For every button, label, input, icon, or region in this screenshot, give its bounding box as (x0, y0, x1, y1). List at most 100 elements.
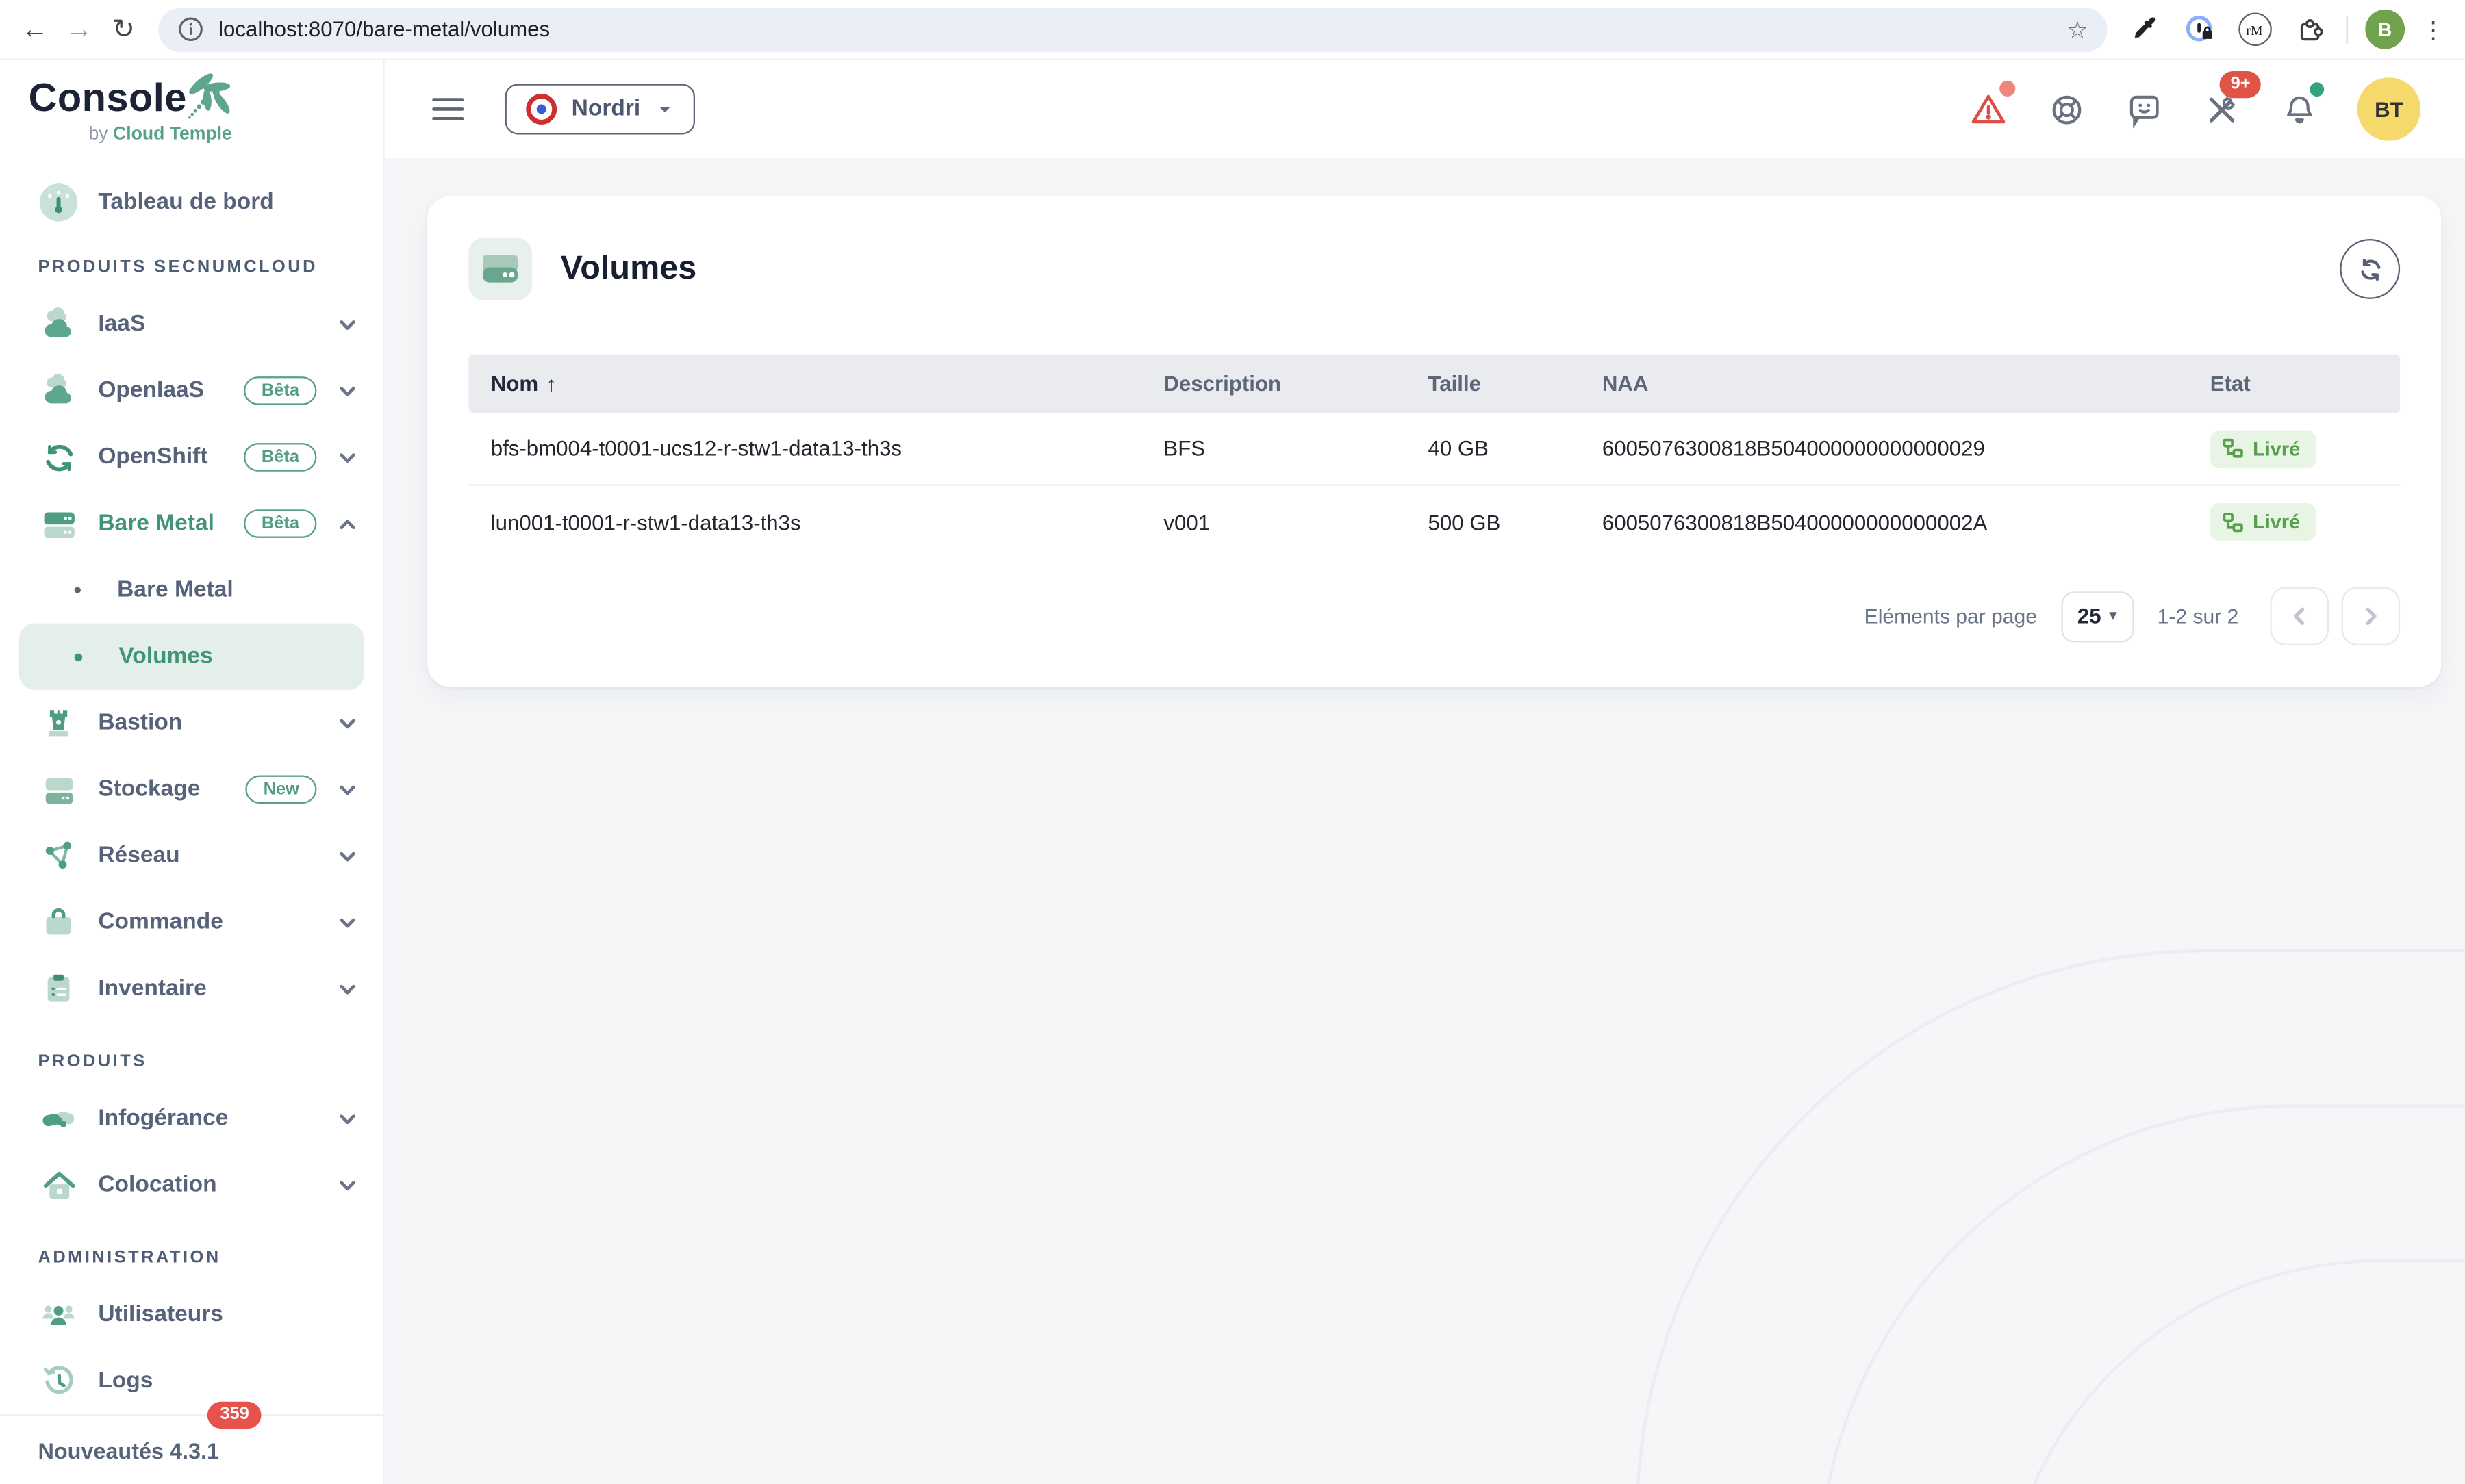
sidebar-item-commande[interactable]: Commande (0, 889, 383, 956)
sidebar-item-iaas[interactable]: IaaS (0, 291, 383, 357)
network-icon (38, 835, 79, 876)
whats-new-item[interactable]: Nouveautés 4.3.1 359 (0, 1414, 383, 1484)
section-title-administration: ADMINISTRATION (0, 1234, 383, 1281)
browser-back-button[interactable]: ← (12, 7, 57, 51)
shopping-bag-icon (38, 901, 79, 943)
chevron-right-icon (2359, 604, 2383, 628)
sidebar-subitem-volumes[interactable]: Volumes (19, 624, 364, 690)
chevron-down-icon (333, 447, 362, 468)
extensions-puzzle-icon[interactable] (2291, 10, 2329, 48)
browser-reload-button[interactable]: ↻ (101, 7, 146, 51)
sidebar-item-logs[interactable]: Logs (0, 1348, 383, 1414)
cell-naa: 6005076300818B50400000000000002A (1580, 510, 2188, 534)
cell-taille: 40 GB (1406, 437, 1580, 461)
column-header-description[interactable]: Description (1141, 372, 1406, 396)
volumes-table: Nom ↑ Description Taille NAA Etat bfs-bm… (468, 355, 2400, 559)
background-watermark (1999, 1259, 2465, 1484)
table-row[interactable]: lun001-t0001-r-stw1-data13-th3s v001 500… (468, 486, 2400, 559)
refresh-button[interactable] (2340, 239, 2400, 299)
tools-count-badge: 9+ (2221, 71, 2261, 98)
previous-page-button[interactable] (2271, 587, 2329, 645)
table-row[interactable]: bfs-bm004-t0001-ucs12-r-stw1-data13-th3s… (468, 413, 2400, 485)
sidebar-item-label: OpenShift (98, 444, 207, 470)
logo-by: by (88, 125, 108, 144)
cell-etat: Livré (2188, 430, 2400, 468)
bullet-icon (75, 652, 83, 661)
app-logo: Console by Cloud Temple (0, 60, 383, 158)
chevron-down-icon (333, 1108, 362, 1129)
support-lifebuoy-icon[interactable] (2045, 88, 2086, 129)
browser-menu-icon[interactable]: ⋮ (2418, 15, 2449, 44)
bullet-icon (75, 587, 81, 593)
cocarde-icon (526, 93, 557, 125)
chevron-down-icon (333, 381, 362, 401)
column-header-nom[interactable]: Nom ↑ (468, 372, 1141, 396)
server-stack-icon (38, 503, 79, 544)
sidebar-item-label: Stockage (98, 777, 200, 802)
handshake-icon (38, 1098, 79, 1139)
beta-badge: Bêta (244, 509, 316, 538)
pagination: Eléments par page 25 ▾ 1-2 sur 2 (468, 559, 2400, 674)
history-clock-icon (38, 1361, 79, 1402)
table-header-row: Nom ↑ Description Taille NAA Etat (468, 355, 2400, 413)
column-header-naa[interactable]: NAA (1580, 372, 2188, 396)
address-bar[interactable]: localhost:8070/bare-metal/volumes ☆ (158, 7, 2107, 51)
alert-warning-icon[interactable] (1968, 88, 2009, 129)
chevron-down-icon (333, 713, 362, 733)
sidebar-item-label: IaaS (98, 311, 145, 337)
chevron-up-icon (333, 513, 362, 534)
sidebar-item-dashboard[interactable]: Tableau de bord (0, 169, 383, 235)
dragonfly-icon (177, 70, 240, 135)
sidebar-item-label: Infogérance (98, 1106, 228, 1131)
gauge-icon (38, 182, 79, 223)
tenant-selector[interactable]: Nordri (505, 84, 694, 134)
feedback-chat-icon[interactable] (2123, 88, 2164, 129)
browser-chrome: ← → ↻ localhost:8070/bare-metal/volumes … (0, 0, 2465, 60)
cell-nom: lun001-t0001-r-stw1-data13-th3s (468, 510, 1141, 534)
next-page-button[interactable] (2342, 587, 2401, 645)
sidebar-item-label: Tableau de bord (98, 190, 273, 215)
notifications-bell-icon[interactable] (2278, 88, 2319, 129)
cloud-icon (38, 304, 79, 345)
refresh-icon (2355, 254, 2385, 284)
sidebar-item-openiaas[interactable]: OpenIaaS Bêta (0, 357, 383, 424)
sidebar-item-label: Volumes (118, 644, 212, 669)
sidebar-item-bare-metal[interactable]: Bare Metal Bêta (0, 491, 383, 557)
column-header-etat[interactable]: Etat (2188, 372, 2400, 396)
eyedropper-extension-icon[interactable] (2125, 10, 2162, 48)
browser-profile-avatar[interactable]: B (2365, 10, 2405, 49)
sidebar-item-utilisateurs[interactable]: Utilisateurs (0, 1281, 383, 1348)
alert-dot-badge (1999, 81, 2015, 97)
sidebar-item-reseau[interactable]: Réseau (0, 823, 383, 889)
sidebar-item-bastion[interactable]: Bastion (0, 690, 383, 756)
hamburger-menu-icon[interactable] (432, 98, 464, 120)
password-manager-extension-icon[interactable] (2180, 10, 2218, 48)
volumes-card: Volumes Nom ↑ Description Taille (427, 196, 2441, 687)
cloud-icon (38, 370, 79, 411)
user-avatar[interactable]: BT (2357, 77, 2420, 140)
page-size-select[interactable]: 25 ▾ (2061, 591, 2134, 641)
cell-description: v001 (1141, 510, 1406, 534)
bookmark-star-icon[interactable]: ☆ (2067, 15, 2088, 44)
whats-new-label: Nouveautés 4.3.1 (38, 1437, 218, 1463)
sidebar-item-openshift[interactable]: OpenShift Bêta (0, 424, 383, 490)
volume-icon (468, 238, 531, 300)
sidebar-item-label: OpenIaaS (98, 378, 204, 403)
tools-icon[interactable]: 9+ (2201, 88, 2242, 129)
sidebar-item-label: Bare Metal (98, 511, 214, 537)
logo-title: Console (29, 76, 187, 122)
sidebar-item-inventaire[interactable]: Inventaire (0, 956, 383, 1022)
chevron-down-icon (333, 979, 362, 999)
rm-extension-icon[interactable]: rM (2236, 10, 2273, 48)
new-badge: New (246, 776, 316, 804)
browser-forward-button[interactable]: → (57, 7, 101, 51)
column-header-taille[interactable]: Taille (1406, 372, 1580, 396)
site-info-icon[interactable] (177, 16, 204, 42)
sidebar-item-infogerance[interactable]: Infogérance (0, 1086, 383, 1152)
sidebar-subitem-bare-metal[interactable]: Bare Metal (19, 557, 364, 624)
cell-description: BFS (1141, 437, 1406, 461)
delivered-icon (2223, 438, 2243, 459)
sidebar-item-colocation[interactable]: Colocation (0, 1152, 383, 1218)
sidebar-item-stockage[interactable]: Stockage New (0, 756, 383, 823)
pagination-range: 1-2 sur 2 (2158, 604, 2239, 628)
